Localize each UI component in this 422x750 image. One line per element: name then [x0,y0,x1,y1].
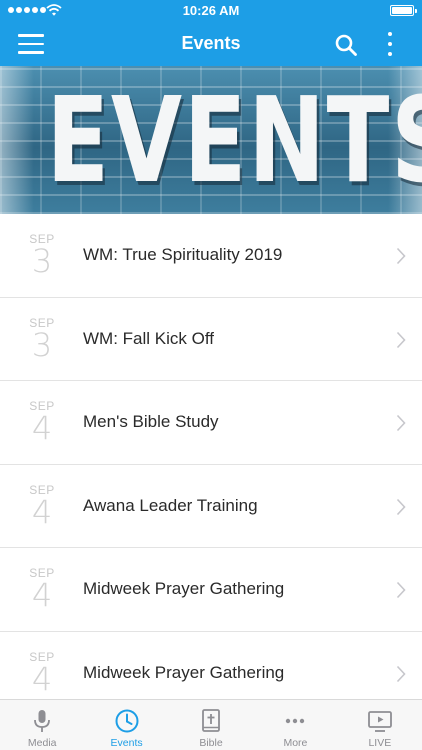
event-date: SEP 3 [20,232,64,280]
event-day: 4 [31,409,53,447]
tab-label: More [283,737,308,749]
microphone-icon [34,710,51,732]
event-list-item[interactable]: SEP 4 Awana Leader Training [0,464,422,548]
tab-bible[interactable]: Bible [169,700,253,750]
event-title: WM: True Spirituality 2019 [83,245,283,264]
live-tv-icon [367,711,392,732]
tab-media[interactable]: Media [0,700,84,750]
event-date: SEP 4 [20,650,64,698]
tab-more[interactable]: More [253,700,337,750]
event-day: 4 [31,492,53,531]
tab-events[interactable]: Events [84,700,168,750]
banner-title: EVENTS [46,71,422,209]
chevron-right-icon [396,665,406,682]
battery-icon [390,5,417,16]
event-date: SEP 3 [20,316,64,364]
event-list-item[interactable]: SEP 4 Midweek Prayer Gathering [0,548,422,632]
tab-live[interactable]: LIVE [338,700,422,750]
bible-icon [202,709,220,732]
chevron-right-icon [396,247,406,265]
more-horizontal-icon [286,718,305,724]
page-title: Events [181,33,241,53]
tab-label: Bible [199,737,223,749]
event-title: Midweek Prayer Gathering [83,662,285,682]
status-bar: 10:26 AM [0,0,422,22]
chevron-right-icon [396,498,406,515]
tab-bar: Media Events Bible More LIVE [0,699,422,750]
event-title: WM: Fall Kick Off [83,328,214,348]
event-list-item[interactable]: SEP 4 Men's Bible Study [0,381,422,465]
event-list-item[interactable]: SEP 3 WM: Fall Kick Off [0,297,422,381]
tab-label: Events [110,737,143,749]
chevron-right-icon [396,331,406,348]
events-banner-image: EVENTS [0,66,422,214]
event-list-item[interactable]: SEP 3 WM: True Spirituality 2019 [0,214,422,298]
event-date: SEP 4 [20,566,64,614]
event-day: 4 [31,659,53,698]
tab-label: LIVE [368,737,392,749]
event-list-item[interactable]: SEP 4 Midweek Prayer Gathering [0,631,422,699]
tab-label: Media [27,737,57,749]
events-list: SEP 3 WM: True Spirituality 2019 SEP 3 W… [0,214,422,699]
chevron-right-icon [396,414,406,432]
event-title: Men's Bible Study [83,412,219,431]
event-date: SEP 4 [20,483,64,531]
chevron-right-icon [396,581,406,599]
more-vertical-icon[interactable] [386,31,394,57]
search-icon[interactable] [334,33,358,57]
event-day: 3 [31,242,53,280]
clock-icon [115,709,139,733]
status-time: 10:26 AM [182,3,240,18]
event-title: Awana Leader Training [83,495,258,515]
event-date: SEP 4 [20,399,64,447]
app-header: 10:26 AM Events [0,0,422,66]
event-title: Midweek Prayer Gathering [83,579,285,598]
nav-bar: Events [0,22,422,66]
event-day: 3 [31,325,53,364]
event-day: 4 [31,576,53,614]
